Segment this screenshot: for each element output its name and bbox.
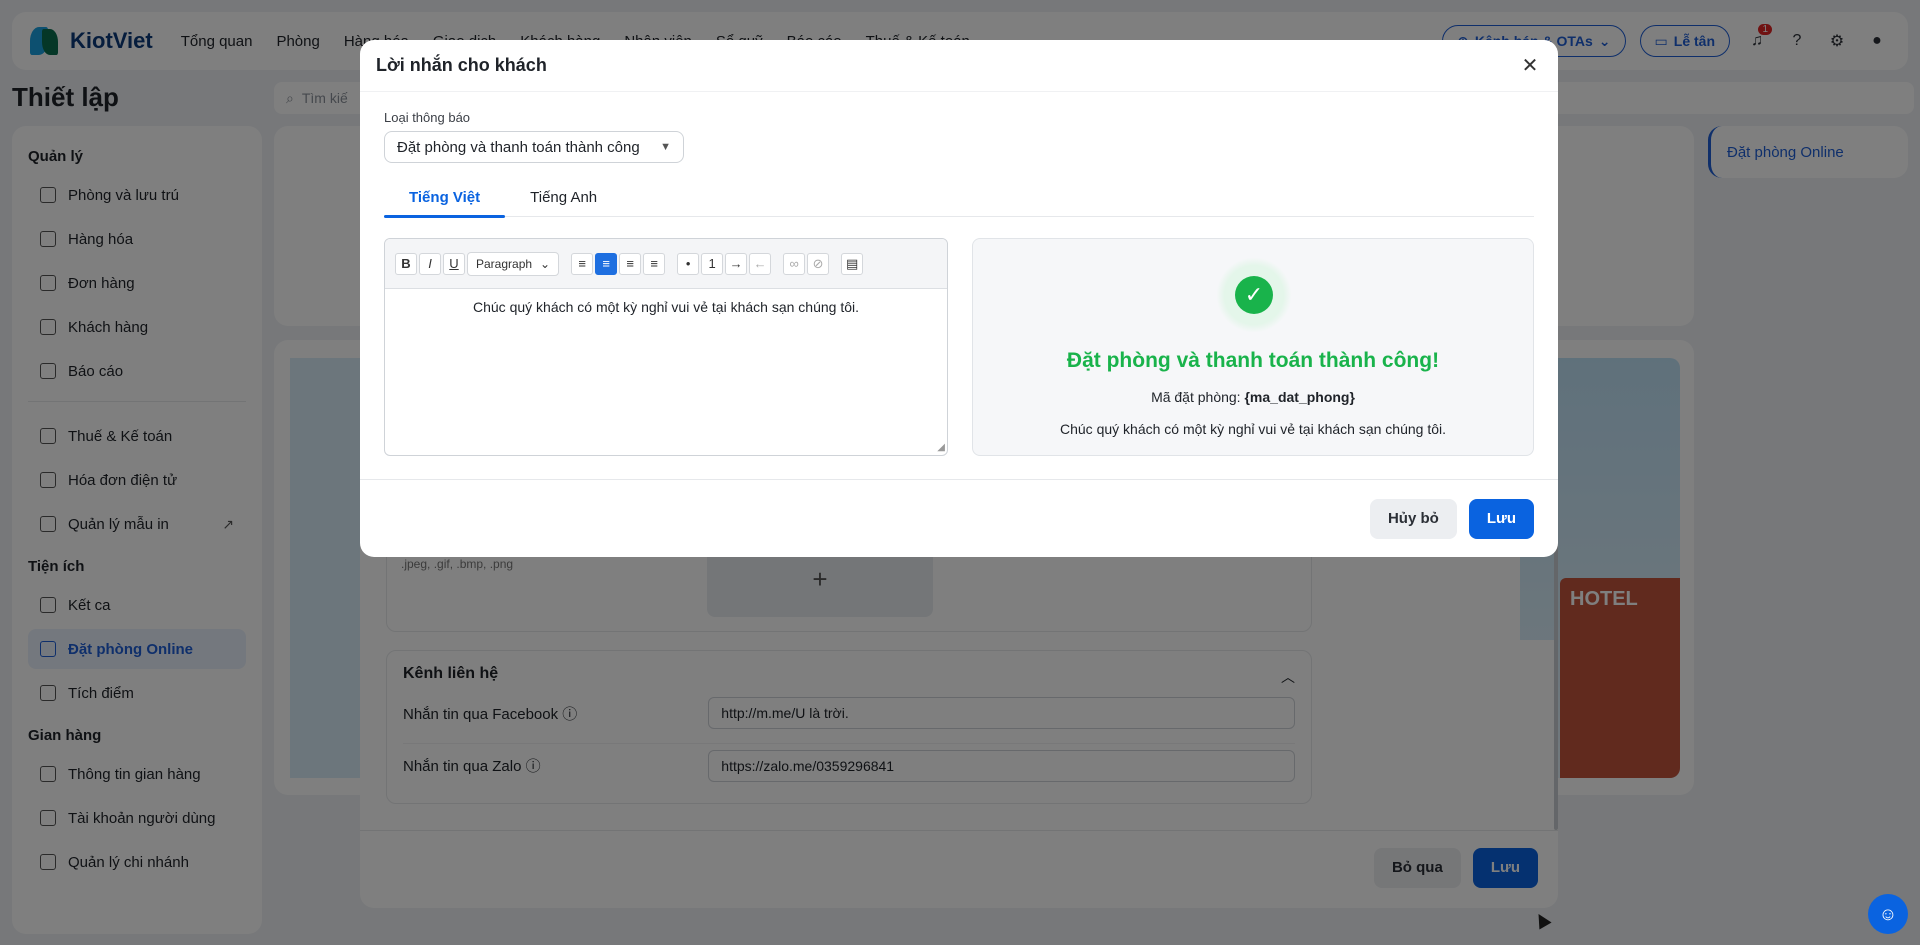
cancel-button[interactable]: Hủy bỏ (1369, 498, 1457, 539)
paragraph-format-select[interactable]: Paragraph ⌄ (467, 251, 560, 276)
editor-content[interactable]: Chúc quý khách có một kỳ nghỉ vui vẻ tại… (385, 289, 947, 325)
align-left-icon[interactable]: ≡ (571, 252, 594, 275)
preview-message: Chúc quý khách có một kỳ nghỉ vui vẻ tại… (1060, 421, 1446, 437)
support-chat-button[interactable]: ☺ (1868, 894, 1908, 934)
indent-icon[interactable]: → (725, 252, 748, 275)
chevron-down-icon: ⌄ (540, 256, 551, 271)
language-tabs: Tiếng Việt Tiếng Anh (384, 177, 1534, 218)
success-badge: ✓ (1216, 257, 1292, 333)
bullet-list-icon[interactable]: • (677, 252, 700, 275)
check-icon: ✓ (1235, 276, 1273, 314)
booking-code-value: {ma_dat_phong} (1244, 389, 1355, 405)
modal-footer: Hủy bỏ Lưu (360, 479, 1558, 557)
booking-code-label: Mã đặt phòng: (1151, 389, 1241, 405)
rich-text-editor: B I U Paragraph ⌄ ≡ ≡ ≡ ≡ • 1 → ← ∞ ⊘ ▤ C… (384, 238, 948, 456)
chevron-down-icon: ▼ (660, 141, 671, 153)
message-preview: ✓ Đặt phòng và thanh toán thành công! Mã… (972, 238, 1534, 456)
preview-booking-code: Mã đặt phòng: {ma_dat_phong} (973, 389, 1533, 405)
outdent-icon[interactable]: ← (749, 252, 772, 275)
align-right-icon[interactable]: ≡ (619, 252, 642, 275)
italic-icon[interactable]: I (419, 252, 441, 275)
bold-icon[interactable]: B (395, 252, 417, 275)
notification-type-select[interactable]: Đặt phòng và thanh toán thành công ▼ (384, 131, 684, 163)
save-button[interactable]: Lưu (1468, 498, 1534, 539)
numbered-list-icon[interactable]: 1 (701, 252, 724, 275)
close-icon[interactable]: ✕ (1518, 53, 1542, 78)
preview-title: Đặt phòng và thanh toán thành công! (1066, 349, 1440, 372)
notification-type-label: Loại thông báo (384, 110, 471, 125)
link-icon[interactable]: ∞ (783, 252, 806, 275)
modal-title: Lời nhắn cho khách (376, 55, 547, 75)
guest-message-modal: Lời nhắn cho khách ✕ Loại thông báo Đặt … (360, 40, 1558, 557)
underline-icon[interactable]: U (443, 252, 465, 275)
paragraph-label: Paragraph (476, 256, 533, 271)
resize-handle-icon[interactable]: ◢ (937, 442, 945, 453)
tab-vietnamese[interactable]: Tiếng Việt (384, 177, 506, 218)
align-center-icon[interactable]: ≡ (595, 252, 618, 275)
headset-icon: ☺ (1878, 903, 1898, 924)
unlink-icon[interactable]: ⊘ (807, 252, 830, 275)
notification-type-value: Đặt phòng và thanh toán thành công (397, 138, 640, 156)
align-justify-icon[interactable]: ≡ (643, 252, 666, 275)
tab-english[interactable]: Tiếng Anh (505, 177, 622, 217)
editor-toolbar: B I U Paragraph ⌄ ≡ ≡ ≡ ≡ • 1 → ← ∞ ⊘ ▤ (385, 239, 947, 289)
insert-file-icon[interactable]: ▤ (841, 252, 864, 275)
